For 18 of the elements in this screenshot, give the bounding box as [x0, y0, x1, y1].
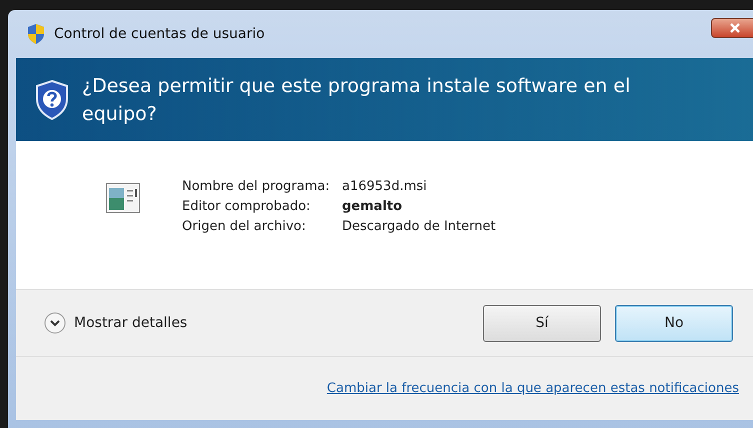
detail-label: Nombre del programa: — [182, 178, 331, 196]
close-icon — [728, 23, 740, 33]
window-title: Control de cuentas de usuario — [54, 26, 265, 42]
dialog-button[interactable]: Sí — [483, 304, 601, 342]
detail-value: gemalto — [342, 198, 404, 216]
question-heading: ¿Desea permitir que este programa instale software en el equipo? — [82, 74, 632, 126]
question-shield-icon — [34, 78, 70, 120]
detail-value: a16953d.msi — [342, 178, 428, 196]
shield-icon — [26, 23, 46, 45]
show-details-toggle[interactable]: Mostrar detalles — [44, 312, 188, 334]
detail-value: Descargado de Internet — [342, 218, 496, 236]
close-button[interactable] — [711, 18, 753, 38]
program-icon — [106, 183, 140, 213]
dialog-button[interactable]: No — [615, 304, 733, 342]
notification-settings-link[interactable]: Cambiar la frecuencia con la que aparecen estas notificaciones — [326, 381, 739, 396]
chevron-icon — [44, 312, 66, 334]
detail-label: Origen del archivo: — [182, 218, 307, 236]
detail-label: Editor comprobado: — [182, 198, 312, 216]
